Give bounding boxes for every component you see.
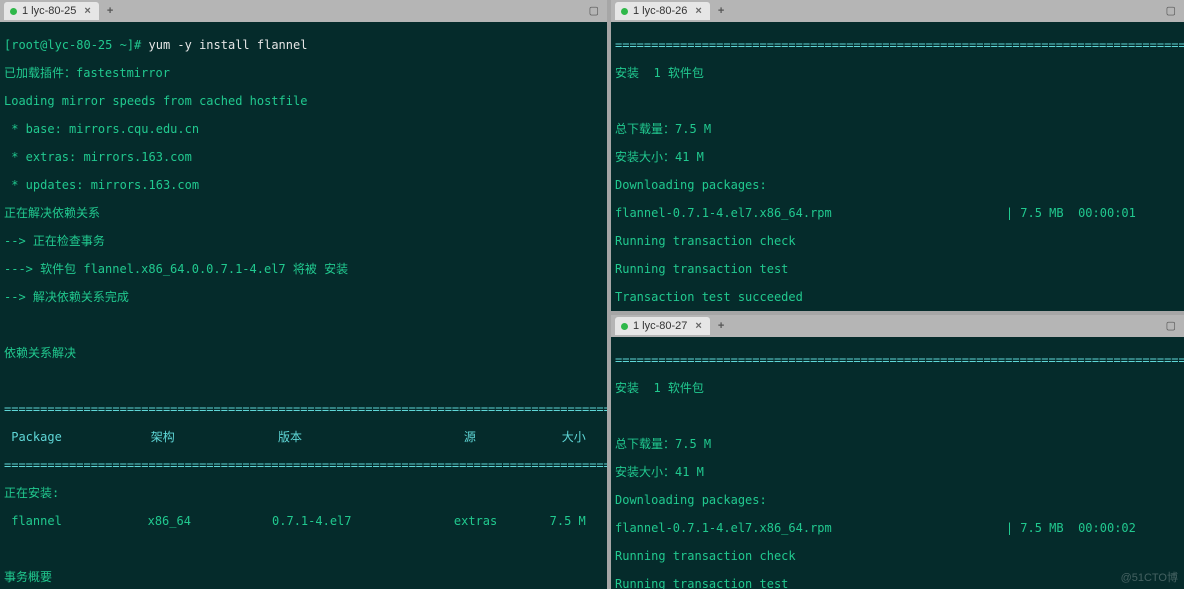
separator: ========================================… [4, 458, 603, 472]
tab-lyc-80-26[interactable]: 1 lyc-80-26 × [615, 2, 710, 20]
line: 正在安装: [4, 486, 603, 500]
line: --> 正在检查事务 [4, 234, 603, 248]
line: 总下载量：7.5 M [615, 122, 1180, 136]
line: 正在解决依赖关系 [4, 206, 603, 220]
line: Downloading packages: [615, 178, 1180, 192]
line: * base: mirrors.cqu.edu.cn [4, 122, 603, 136]
prompt: [root@lyc-80-25 ~]# [4, 38, 141, 52]
line: * updates: mirrors.163.com [4, 178, 603, 192]
status-dot-icon [621, 323, 628, 330]
blank [4, 542, 603, 556]
line: ---> 软件包 flannel.x86_64.0.0.7.1-4.el7 将被… [4, 262, 603, 276]
line: Downloading packages: [615, 493, 1180, 507]
tab-lyc-80-27[interactable]: 1 lyc-80-27 × [615, 317, 710, 335]
close-icon[interactable]: × [81, 4, 90, 18]
table-header: Package架构版本源大小 [4, 430, 603, 444]
line: Running transaction check [615, 234, 1180, 248]
tab-bar-rb: 1 lyc-80-27 × + ▢ [611, 315, 1184, 337]
watermark: @51CTO博 [1121, 571, 1178, 585]
line: 总下载量：7.5 M [615, 437, 1180, 451]
line: flannel-0.7.1-4.el7.x86_64.rpm| 7.5 MB 0… [615, 206, 1180, 220]
line: flannel-0.7.1-4.el7.x86_64.rpm| 7.5 MB 0… [615, 521, 1180, 535]
maximize-icon[interactable]: ▢ [1162, 4, 1180, 18]
tab-label: 1 lyc-80-27 [633, 319, 687, 333]
tab-label: 1 lyc-80-25 [22, 4, 76, 18]
line: --> 解决依赖关系完成 [4, 290, 603, 304]
line: Running transaction test [615, 262, 1180, 276]
line: 依赖关系解决 [4, 346, 603, 360]
maximize-icon[interactable]: ▢ [585, 4, 603, 18]
terminal-output-rt[interactable]: ========================================… [611, 22, 1184, 311]
line: 安装 1 软件包 [615, 66, 1180, 80]
close-icon[interactable]: × [692, 319, 701, 333]
line: Running transaction test [615, 577, 1180, 589]
line: 已加载插件：fastestmirror [4, 66, 603, 80]
command: yum -y install flannel [141, 38, 307, 52]
line: Running transaction check [615, 549, 1180, 563]
line: 安装 1 软件包 [615, 381, 1180, 395]
blank [4, 318, 603, 332]
tab-bar-left: 1 lyc-80-25 × + ▢ [0, 0, 607, 22]
blank [615, 94, 1180, 108]
separator: ========================================… [4, 402, 603, 416]
line: 安装大小：41 M [615, 465, 1180, 479]
terminal-output-rb[interactable]: ========================================… [611, 337, 1184, 589]
tab-label: 1 lyc-80-26 [633, 4, 687, 18]
status-dot-icon [621, 8, 628, 15]
line: Transaction test succeeded [615, 290, 1180, 304]
terminal-output-left[interactable]: [root@lyc-80-25 ~]# yum -y install flann… [0, 22, 607, 589]
line: Loading mirror speeds from cached hostfi… [4, 94, 603, 108]
separator: ========================================… [615, 353, 1180, 367]
new-tab-button[interactable]: + [714, 4, 728, 18]
tab-bar-rt: 1 lyc-80-26 × + ▢ [611, 0, 1184, 22]
table-row: flannelx86_640.7.1-4.el7extras7.5 M [4, 514, 603, 528]
line: 安装大小：41 M [615, 150, 1180, 164]
new-tab-button[interactable]: + [103, 4, 117, 18]
status-dot-icon [10, 8, 17, 15]
blank [615, 409, 1180, 423]
maximize-icon[interactable]: ▢ [1162, 319, 1180, 333]
new-tab-button[interactable]: + [714, 319, 728, 333]
line: 事务概要 [4, 570, 603, 584]
line: * extras: mirrors.163.com [4, 150, 603, 164]
blank [4, 374, 603, 388]
separator: ========================================… [615, 38, 1180, 52]
tab-lyc-80-25[interactable]: 1 lyc-80-25 × [4, 2, 99, 20]
close-icon[interactable]: × [692, 4, 701, 18]
